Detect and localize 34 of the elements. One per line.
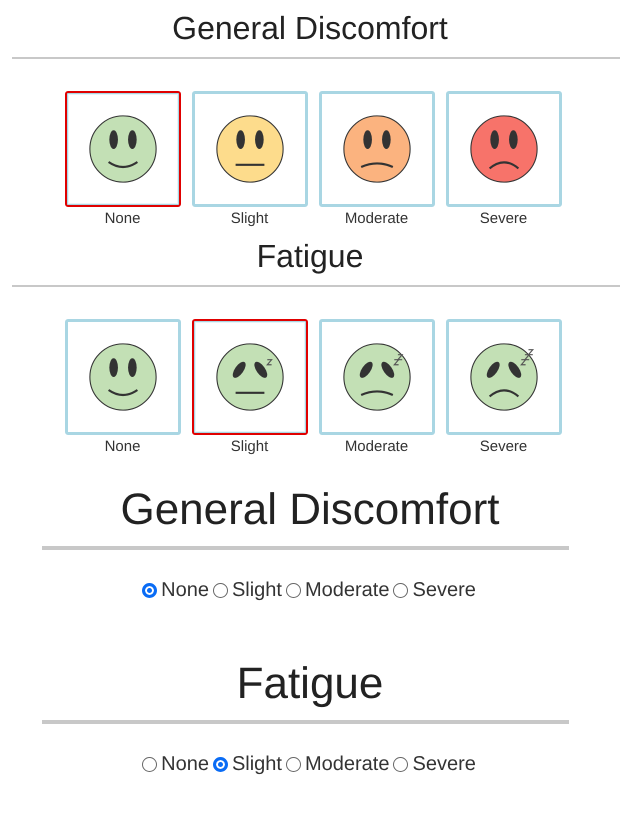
radio-label[interactable]: None <box>161 578 209 602</box>
option-label: Severe <box>480 210 528 228</box>
radio-button[interactable] <box>393 756 408 772</box>
section-heading: General Discomfort <box>120 484 500 536</box>
radio-button[interactable] <box>286 756 301 772</box>
section-heading: General Discomfort <box>171 9 449 47</box>
radio-button[interactable] <box>142 582 158 598</box>
section-heading: Fatigue <box>256 237 364 275</box>
smiling-face-icon <box>86 341 158 413</box>
option-label: None <box>104 438 140 456</box>
radio-label[interactable]: Moderate <box>304 578 390 602</box>
section-heading: Fatigue <box>236 658 384 710</box>
option-label: Moderate <box>344 210 408 228</box>
face-option[interactable] <box>64 91 180 207</box>
sleepy-face-icon <box>214 341 286 413</box>
option-label: Severe <box>480 438 528 456</box>
radio-label[interactable]: Slight <box>232 752 282 776</box>
radio-label[interactable]: Severe <box>412 578 476 602</box>
radio-label[interactable]: Moderate <box>304 752 390 776</box>
radio-button[interactable] <box>393 582 408 598</box>
radio-label[interactable]: Slight <box>232 578 282 602</box>
sleepy-sad-face-icon <box>468 341 540 413</box>
radio-button[interactable] <box>286 582 301 598</box>
radio-label[interactable]: Severe <box>412 752 476 776</box>
sleepy-frowning-face-icon <box>340 341 412 413</box>
radio-button[interactable] <box>212 756 228 772</box>
option-label: Moderate <box>344 438 408 456</box>
face-option[interactable] <box>192 319 308 435</box>
option-label: None <box>104 210 140 228</box>
radio-button[interactable] <box>212 582 228 598</box>
option-label: Slight <box>230 210 268 228</box>
option-label: Slight <box>230 438 268 456</box>
radio-label[interactable]: None <box>161 752 209 776</box>
radio-button[interactable] <box>142 756 158 772</box>
